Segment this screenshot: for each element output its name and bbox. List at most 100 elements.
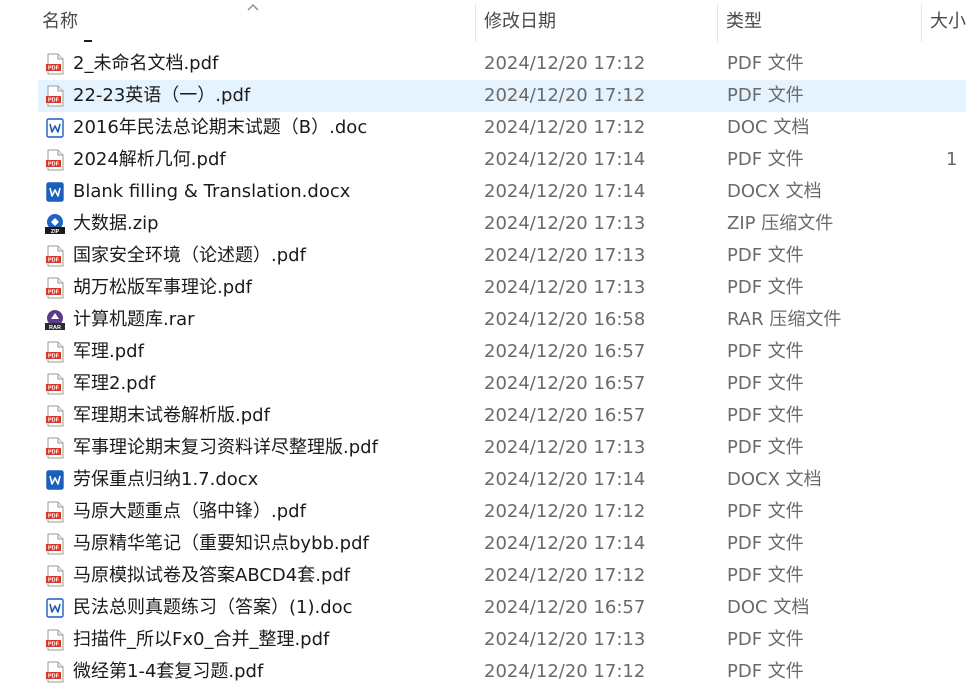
file-row[interactable]: PDF 扫描件_所以Fx0_合并_整理.pdf 2024/12/20 17:13 PD… [0,624,966,656]
file-type: PDF 文件 [727,405,804,426]
file-size [946,272,966,304]
file-size [946,464,966,496]
file-size [946,528,966,560]
file-size [946,80,966,112]
file-name[interactable]: 军理.pdf [73,336,473,368]
column-header-size[interactable]: 大小 [922,0,966,44]
file-name[interactable]: 22-23英语（一）.pdf [73,80,473,112]
file-name[interactable]: 2016年民法总论期末试题（B）.doc [73,112,473,144]
file-date-modified: 2024/12/20 17:13 [484,213,646,234]
file-date-modified: 2024/12/20 17:14 [484,533,646,554]
rar-icon: RAR [44,309,66,331]
file-explorer: 名称 修改日期 类型 大小 PDF 2_未命名文档.pdf 2024/12/20 1… [0,0,966,690]
file-name[interactable]: 大数据.zip [73,208,473,240]
file-name[interactable]: 2024解析几何.pdf [73,144,473,176]
file-name[interactable]: 军理2.pdf [73,368,473,400]
file-name[interactable]: 马原模拟试卷及答案ABCD4套.pdf [73,560,473,592]
file-type: DOC 文档 [727,597,810,618]
file-size: 1 [946,149,958,170]
pdf-icon: PDF [44,85,66,107]
file-date-modified: 2024/12/20 17:12 [484,117,646,138]
column-header-date-modified[interactable]: 修改日期 [476,0,716,44]
pdf-icon: PDF [44,341,66,363]
svg-text:ZIP: ZIP [51,229,60,235]
file-row[interactable]: PDF 马原模拟试卷及答案ABCD4套.pdf 2024/12/20 17:12 PD… [0,560,966,592]
svg-text:PDF: PDF [48,514,60,520]
svg-text:PDF: PDF [48,98,60,104]
file-name[interactable]: 马原精华笔记（重要知识点bybb.pdf [73,528,473,560]
file-row[interactable]: PDF 军理.pdf 2024/12/20 16:57 PDF 文件 [0,336,966,368]
file-row[interactable]: PDF 马原精华笔记（重要知识点bybb.pdf 2024/12/20 17:14 P… [0,528,966,560]
file-row[interactable]: PDF 军理2.pdf 2024/12/20 16:57 PDF 文件 [0,368,966,400]
file-row[interactable]: 民法总则真题练习（答案）(1).doc 2024/12/20 16:57 DOC 文… [0,592,966,624]
file-row[interactable]: PDF 军理期末试卷解析版.pdf 2024/12/20 16:57 PDF 文件 [0,400,966,432]
file-date-modified: 2024/12/20 17:13 [484,245,646,266]
file-name[interactable]: 2_未命名文档.pdf [73,48,473,80]
file-name[interactable]: 扫描件_所以Fx0_合并_整理.pdf [73,624,473,656]
file-name[interactable]: 军事理论期末复习资料详尽整理版.pdf [73,432,473,464]
file-type: PDF 文件 [727,373,804,394]
file-row[interactable]: PDF 马原大题重点（骆中锋）.pdf 2024/12/20 17:12 PDF 文件 [0,496,966,528]
file-type: PDF 文件 [727,437,804,458]
pdf-icon: PDF [44,661,66,683]
file-date-modified: 2024/12/20 16:57 [484,373,646,394]
file-type: PDF 文件 [727,341,804,362]
file-row[interactable]: Blank filling & Translation.docx 2024/12/… [0,176,966,208]
file-size [946,432,966,464]
file-row[interactable]: PDF 微经第1-4套复习题.pdf 2024/12/20 17:12 PDF 文件 [0,656,966,688]
file-date-modified: 2024/12/20 17:12 [484,565,646,586]
file-type: DOCX 文档 [727,469,822,490]
file-type: PDF 文件 [727,149,804,170]
svg-text:PDF: PDF [48,162,60,168]
file-date-modified: 2024/12/20 16:58 [484,309,646,330]
file-size [946,304,966,336]
pdf-icon: PDF [44,629,66,651]
file-type: PDF 文件 [727,53,804,74]
file-name[interactable]: 军理期末试卷解析版.pdf [73,400,473,432]
file-row[interactable]: PDF 国家安全环境（论述题）.pdf 2024/12/20 17:13 PDF 文件 [0,240,966,272]
pdf-icon: PDF [44,437,66,459]
pdf-icon: PDF [44,149,66,171]
file-date-modified: 2024/12/20 17:12 [484,661,646,682]
column-header-type[interactable]: 类型 [718,0,920,44]
file-row[interactable]: RAR 计算机题库.rar 2024/12/20 16:58 RAR 压缩文件 [0,304,966,336]
file-type: PDF 文件 [727,501,804,522]
svg-text:PDF: PDF [48,386,60,392]
file-row[interactable]: 劳保重点归纳1.7.docx 2024/12/20 17:14 DOCX 文档 [0,464,966,496]
file-name[interactable]: 国家安全环境（论述题）.pdf [73,240,473,272]
file-name[interactable]: 计算机题库.rar [73,304,473,336]
file-name[interactable]: 民法总则真题练习（答案）(1).doc [73,592,473,624]
file-row[interactable]: PDF 胡万松版军事理论.pdf 2024/12/20 17:13 PDF 文件 [0,272,966,304]
file-row[interactable]: PDF 2_未命名文档.pdf 2024/12/20 17:12 PDF 文件 [0,48,966,80]
file-name[interactable]: 胡万松版军事理论.pdf [73,272,473,304]
svg-text:PDF: PDF [48,354,60,360]
file-type: PDF 文件 [727,661,804,682]
pdf-icon: PDF [44,405,66,427]
column-header-name[interactable]: 名称 [34,0,474,44]
zip-icon: ZIP [44,213,66,235]
pdf-icon: PDF [44,277,66,299]
file-type: PDF 文件 [727,85,804,106]
file-name[interactable]: 马原大题重点（骆中锋）.pdf [73,496,473,528]
svg-text:PDF: PDF [48,418,60,424]
file-row[interactable]: 2016年民法总论期末试题（B）.doc 2024/12/20 17:12 DOC … [0,112,966,144]
pdf-icon: PDF [44,373,66,395]
file-size [946,560,966,592]
svg-text:PDF: PDF [48,258,60,264]
file-name[interactable]: 微经第1-4套复习题.pdf [73,656,473,688]
file-row[interactable]: PDF 军事理论期末复习资料详尽整理版.pdf 2024/12/20 17:13 PD… [0,432,966,464]
file-row[interactable]: PDF 22-23英语（一）.pdf 2024/12/20 17:12 PDF 文件 [0,80,966,112]
svg-text:PDF: PDF [48,546,60,552]
file-date-modified: 2024/12/20 17:13 [484,277,646,298]
file-row[interactable]: ZIP 大数据.zip 2024/12/20 17:13 ZIP 压缩文件 [0,208,966,240]
file-type: PDF 文件 [727,277,804,298]
file-name[interactable]: Blank filling & Translation.docx [73,176,473,208]
file-size [946,112,966,144]
file-date-modified: 2024/12/20 17:12 [484,85,646,106]
file-size [946,656,966,688]
file-name[interactable]: 劳保重点归纳1.7.docx [73,464,473,496]
word-doc-icon [44,597,66,619]
file-row[interactable]: PDF 2024解析几何.pdf 2024/12/20 17:14 PDF 文件 1 [0,144,966,176]
file-type: RAR 压缩文件 [727,309,842,330]
svg-text:PDF: PDF [48,578,60,584]
